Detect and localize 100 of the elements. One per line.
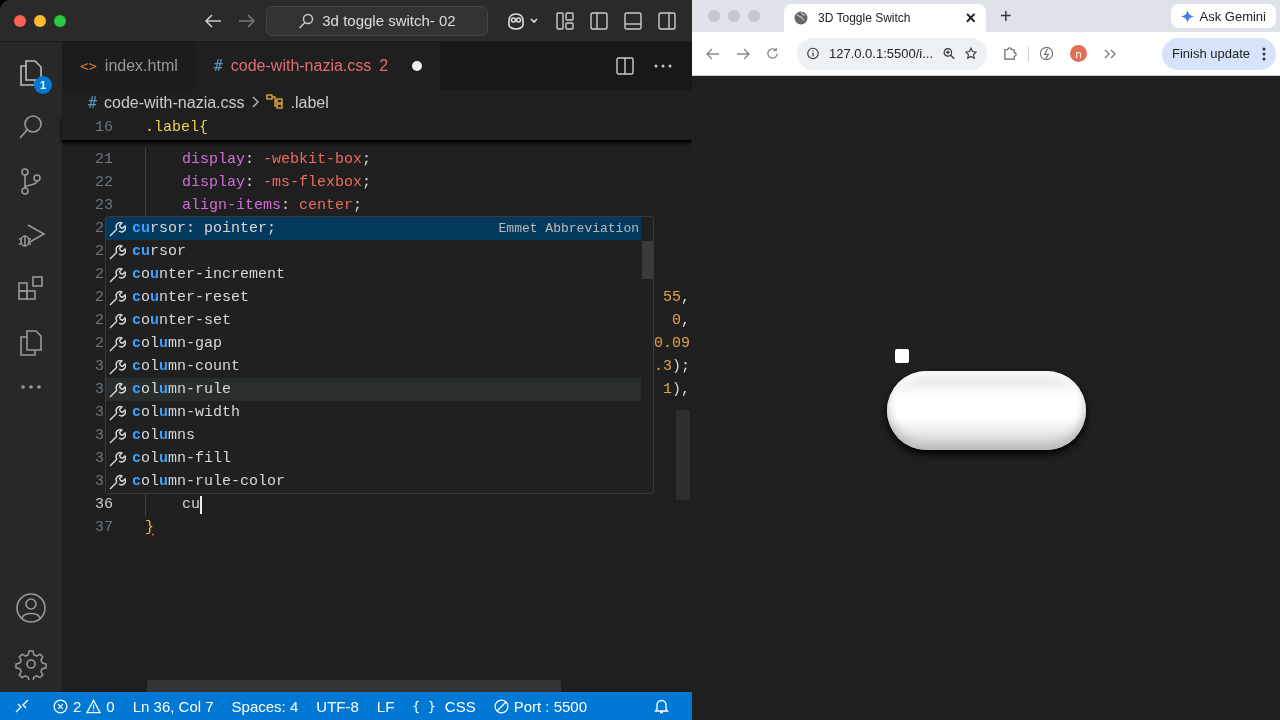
split-editor-icon[interactable]	[616, 57, 634, 75]
suggestion-item[interactable]: cursor	[106, 240, 641, 263]
encoding[interactable]: UTF-8	[307, 697, 368, 715]
code-line: display: -ms-flexbox;	[145, 171, 372, 194]
code-fragment: 1),	[662, 381, 690, 398]
settings-icon[interactable]	[15, 648, 47, 680]
close-window-button[interactable]	[14, 14, 26, 27]
back-arrow-icon[interactable]	[204, 13, 222, 28]
line-number: 23	[95, 197, 113, 214]
line-number: 36	[95, 496, 113, 513]
search-icon	[298, 12, 315, 29]
line-number: 37	[95, 519, 113, 536]
wrench-icon	[108, 380, 126, 399]
more-vertical-icon	[1262, 46, 1266, 61]
layout-icon[interactable]	[556, 11, 574, 30]
suggestion-item[interactable]: column-gap	[106, 332, 641, 355]
extension-icon[interactable]	[1039, 46, 1054, 61]
wrench-icon	[108, 265, 126, 284]
breadcrumb-item[interactable]: code-with-nazia.css	[104, 93, 245, 112]
scrollbar[interactable]	[147, 680, 561, 692]
line-number: 2	[95, 289, 104, 306]
line-ending[interactable]: LF	[367, 697, 404, 715]
reload-icon[interactable]	[766, 47, 779, 60]
code-fragment: 0.09	[654, 335, 690, 352]
info-icon[interactable]	[807, 46, 819, 61]
line-number: 2	[95, 312, 104, 329]
breadcrumb-item[interactable]: .label	[290, 93, 329, 112]
panel-toggle-icon[interactable]	[624, 11, 642, 30]
wrench-icon	[108, 403, 126, 422]
globe-icon	[794, 11, 808, 25]
code-fragment: .3);	[653, 358, 690, 375]
forward-arrow-icon[interactable]	[736, 47, 750, 60]
zoom-icon[interactable]	[943, 46, 956, 61]
suggestion-item[interactable]: column-rule	[106, 378, 641, 401]
suggestion-item[interactable]: column-count	[106, 355, 641, 378]
toggle-switch[interactable]	[886, 371, 1086, 450]
suggestion-item[interactable]: cursor: pointer; Emmet Abbreviation	[106, 217, 641, 240]
finish-update-button[interactable]: Finish update	[1161, 37, 1276, 70]
editor-tab[interactable]: <> index.html	[62, 42, 196, 90]
suggestion-item[interactable]: counter-increment	[106, 263, 641, 286]
language-mode[interactable]: { } CSS	[403, 697, 485, 715]
editor-tab[interactable]: # code-with-nazia.css 2	[195, 42, 441, 90]
file-type-icon: #	[213, 57, 223, 75]
chevrons-icon[interactable]	[1103, 47, 1117, 60]
sparkle-icon	[1180, 9, 1194, 23]
line-number: 21	[95, 151, 113, 168]
wrench-icon	[108, 472, 126, 491]
suggestion-item[interactable]: column-rule-color	[106, 470, 641, 493]
suggestion-item[interactable]: column-fill	[106, 447, 641, 470]
chevron-right-icon	[251, 95, 259, 108]
line-number: 3	[95, 358, 104, 375]
indentation[interactable]: Spaces: 4	[222, 697, 308, 715]
suggestion-item[interactable]: counter-set	[106, 309, 641, 332]
line-number: 2	[95, 266, 104, 283]
more-icon[interactable]	[654, 64, 672, 68]
minimize-window-button[interactable]	[34, 14, 46, 27]
blocked-icon	[493, 698, 509, 714]
browser-tab[interactable]: 3D Toggle Switch ×	[784, 4, 986, 32]
line-number: 16	[95, 119, 113, 136]
problems-status[interactable]: 2 0	[44, 697, 124, 715]
forward-arrow-icon[interactable]	[238, 13, 256, 28]
symbol-icon	[265, 92, 284, 109]
scrollbar[interactable]	[642, 241, 653, 279]
line-number: 3	[95, 427, 104, 444]
suggestion-item[interactable]: columns	[106, 424, 641, 447]
wrench-icon	[108, 449, 126, 468]
star-icon[interactable]	[965, 46, 977, 61]
line-number: 2	[95, 335, 104, 352]
new-tab-button[interactable]: +	[1000, 4, 1012, 28]
wrench-icon	[108, 311, 126, 330]
live-server-port[interactable]: Port : 5500	[484, 697, 597, 715]
error-icon	[53, 698, 68, 714]
account-icon[interactable]	[15, 592, 47, 624]
close-tab-button[interactable]: ×	[965, 7, 976, 29]
secondary-sidebar-icon[interactable]	[658, 11, 676, 30]
code-line: display: -webkit-box;	[145, 148, 372, 171]
ask-gemini-button[interactable]: Ask Gemini	[1170, 4, 1276, 28]
copilot-icon[interactable]	[506, 11, 540, 30]
wrench-icon	[108, 219, 126, 238]
warning-icon	[86, 698, 102, 714]
wrench-icon	[108, 357, 126, 376]
line-number: 2	[95, 243, 104, 260]
sidebar-toggle-icon[interactable]	[590, 11, 608, 30]
suggestion-item[interactable]: counter-reset	[106, 286, 641, 309]
line-number: 22	[95, 174, 113, 191]
wrench-icon	[108, 288, 126, 307]
zoom-window-button[interactable]	[54, 14, 66, 27]
address-bar[interactable]: 127.0.0.1:5500/i...	[797, 37, 987, 70]
cursor-position[interactable]: Ln 36, Col 7	[123, 697, 223, 715]
tab-title: 3D Toggle Switch	[818, 11, 911, 25]
command-center-search[interactable]: 3d toggle switch- 02	[266, 5, 488, 36]
code-line: }	[145, 519, 154, 536]
code-fragment: 55,	[662, 289, 690, 306]
suggestion-item[interactable]: column-width	[106, 401, 641, 424]
code-line: .label{	[145, 119, 208, 136]
puzzle-icon[interactable]	[1003, 46, 1018, 61]
notification-badge: 1	[34, 76, 52, 94]
checkbox[interactable]	[894, 349, 909, 363]
file-type-icon: <>	[80, 58, 97, 74]
tab-label: code-with-nazia.css	[230, 57, 372, 75]
